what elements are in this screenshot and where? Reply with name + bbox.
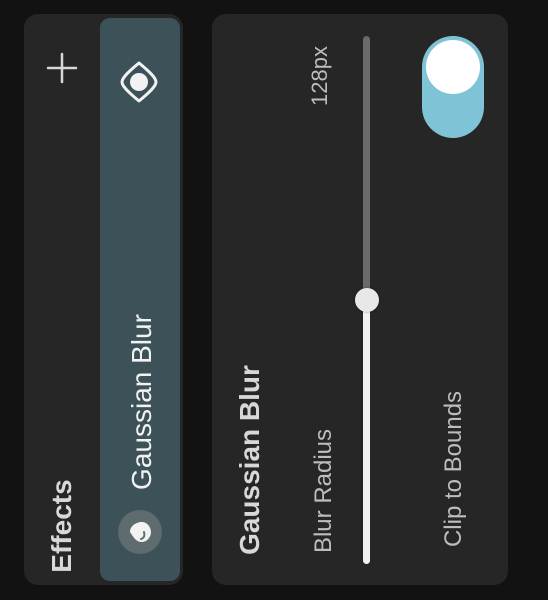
effects-title: Effects (46, 479, 77, 573)
effects-panel: Effects Gaussian Blur (24, 14, 183, 585)
clip-to-bounds-label: Clip to Bounds (440, 390, 467, 548)
drop-icon (130, 522, 151, 542)
eye-icon (120, 61, 158, 103)
clip-to-bounds-toggle[interactable] (422, 36, 484, 138)
blur-effect-badge (118, 510, 162, 554)
blur-radius-slider[interactable] (354, 36, 379, 564)
toggle-knob (426, 40, 480, 94)
blur-radius-slider-thumb[interactable] (354, 288, 379, 312)
blur-radius-slider-fill (363, 300, 370, 564)
effect-item-label: Gaussian Blur (126, 314, 157, 490)
visibility-toggle[interactable] (120, 60, 158, 104)
blur-radius-value: 128px (307, 46, 332, 106)
effect-item-gaussian-blur[interactable]: Gaussian Blur (100, 18, 180, 581)
effect-settings-panel: Gaussian Blur 128px Blur Radius Clip to … (212, 14, 508, 585)
blur-radius-label: Blur Radius (310, 428, 337, 554)
settings-title: Gaussian Blur (234, 365, 265, 555)
plus-icon (46, 52, 78, 84)
add-effect-button[interactable] (44, 50, 80, 86)
effects-editor: Effects Gaussian Blur Gaussian Blur 128p… (0, 0, 548, 600)
